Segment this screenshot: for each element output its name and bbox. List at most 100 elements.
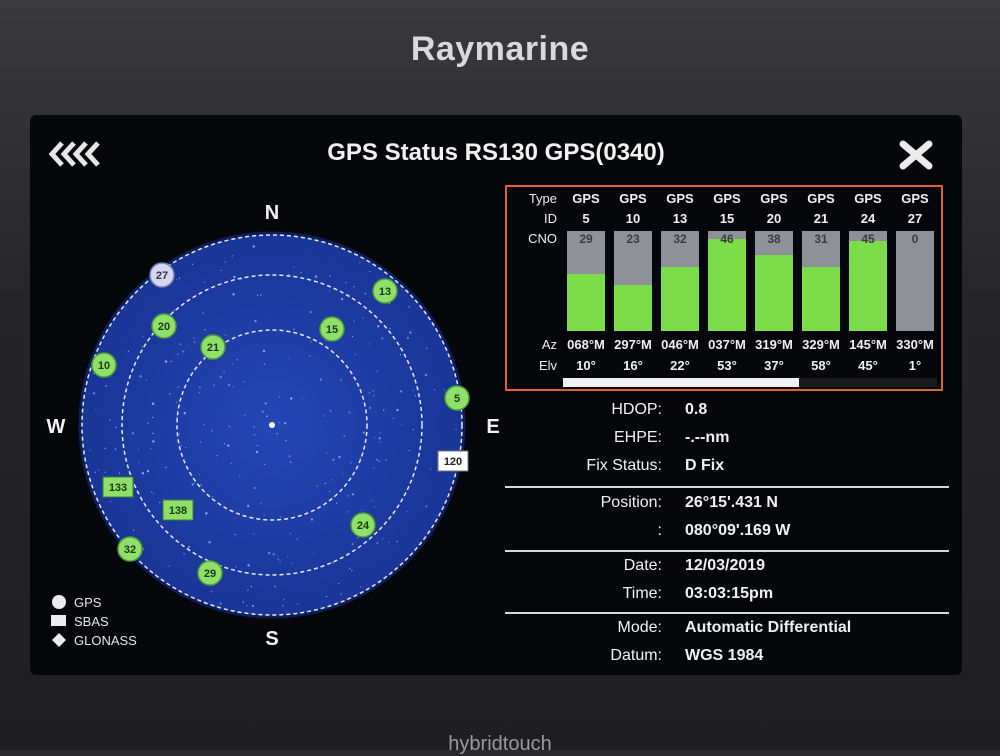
cno-bar-fill: [614, 285, 652, 331]
satellite-21[interactable]: 21: [200, 334, 226, 360]
star-dot: [175, 278, 178, 281]
star-dot: [263, 463, 266, 466]
divider: [505, 486, 949, 488]
star-dot: [378, 460, 380, 462]
star-dot: [399, 354, 402, 356]
close-button[interactable]: [898, 137, 934, 173]
star-dot: [338, 582, 340, 585]
star-dot: [213, 384, 215, 386]
star-dot: [253, 533, 255, 535]
star-dot: [187, 545, 191, 549]
satellite-32[interactable]: 32: [117, 536, 143, 562]
svg-text:24: 24: [357, 520, 370, 532]
time-label: Time:: [622, 585, 662, 602]
star-dot: [338, 455, 341, 459]
star-dot: [288, 273, 290, 276]
star-dot: [210, 590, 213, 593]
sat-type: GPS: [854, 191, 882, 206]
sat-column[interactable]: GPS 21 31 329°M 58°: [798, 187, 844, 393]
star-dot: [379, 441, 381, 443]
star-dot: [406, 511, 408, 513]
longitude-label: :: [657, 522, 662, 539]
star-dot: [141, 472, 145, 475]
svg-text:10: 10: [98, 360, 110, 372]
star-dot: [150, 491, 153, 493]
sat-azimuth: 046°M: [661, 337, 699, 352]
satellite-13[interactable]: 13: [372, 278, 398, 304]
sat-column[interactable]: GPS 10 23 297°M 16°: [610, 187, 656, 393]
cno-bar-fill: [802, 267, 840, 331]
star-dot: [152, 492, 155, 494]
gps-info-panel: HDOP: 0.8 EHPE: -.--nm Fix Status: D Fix…: [505, 395, 962, 675]
sat-azimuth: 145°M: [849, 337, 887, 352]
cno-value: 46: [720, 232, 734, 246]
star-dot: [232, 385, 234, 388]
star-dot: [357, 537, 359, 539]
model-logo: hybridtouch: [448, 733, 552, 755]
star-dot: [266, 415, 268, 417]
legend-gps: GPS: [52, 595, 102, 610]
star-dot: [151, 402, 155, 405]
star-dot: [170, 360, 172, 363]
satellite-20[interactable]: 20: [151, 313, 177, 339]
sat-column[interactable]: GPS 13 32 046°M 22°: [657, 187, 703, 393]
satellite-27[interactable]: 27: [149, 262, 175, 288]
star-dot: [279, 561, 281, 563]
sat-column[interactable]: GPS 15 46 037°M 53°: [704, 187, 750, 393]
star-dot: [328, 290, 331, 292]
star-dot: [293, 328, 295, 330]
satellite-24[interactable]: 24: [350, 512, 376, 538]
cno-value: 45: [861, 232, 875, 246]
satellite-29[interactable]: 29: [197, 560, 223, 586]
svg-text:27: 27: [156, 270, 168, 282]
star-dot: [425, 347, 428, 350]
star-dot: [330, 479, 333, 481]
sat-column[interactable]: GPS 27 0 330°M 1°: [892, 187, 938, 393]
star-dot: [278, 421, 281, 424]
date-label: Date:: [623, 557, 662, 574]
svg-text:29: 29: [204, 568, 216, 580]
star-dot: [220, 269, 223, 272]
sat-id: 24: [860, 211, 876, 226]
star-dot: [425, 505, 428, 508]
sbas-satellite-138[interactable]: 138: [162, 499, 194, 521]
star-dot: [193, 482, 196, 484]
table-scrollbar[interactable]: [563, 378, 937, 387]
star-dot: [204, 329, 206, 331]
star-dot: [255, 450, 259, 454]
sat-azimuth: 037°M: [708, 337, 746, 352]
satellite-5[interactable]: 5: [444, 385, 470, 411]
time-value: 03:03:15pm: [685, 585, 774, 602]
sat-column[interactable]: GPS 20 38 319°M 37°: [751, 187, 797, 393]
row-label-id: ID: [544, 211, 557, 226]
star-dot: [276, 433, 278, 435]
star-dot: [377, 325, 380, 328]
star-dot: [253, 426, 255, 428]
star-dot: [412, 389, 414, 392]
satellite-10[interactable]: 10: [91, 352, 117, 378]
star-dot: [250, 585, 252, 588]
star-dot: [147, 422, 149, 424]
sbas-satellite-133[interactable]: 133: [102, 476, 134, 498]
star-dot: [399, 390, 403, 393]
star-dot: [264, 402, 267, 405]
satellite-15[interactable]: 15: [319, 316, 345, 342]
table-scrollbar-thumb[interactable]: [563, 378, 799, 387]
sat-column[interactable]: GPS 24 45 145°M 45°: [845, 187, 891, 393]
sbas-satellite-120[interactable]: 120: [437, 450, 469, 472]
page-title: GPS Status RS130 GPS(0340): [327, 139, 665, 166]
star-dot: [378, 437, 381, 440]
star-dot: [371, 499, 373, 502]
star-dot: [296, 603, 299, 605]
star-dot: [137, 448, 139, 451]
star-dot: [372, 390, 374, 392]
date-value: 12/03/2019: [685, 557, 766, 574]
star-dot: [260, 502, 262, 504]
star-dot: [263, 514, 265, 516]
star-dot: [146, 470, 150, 473]
star-dot: [376, 542, 379, 544]
svg-text:GPS: GPS: [74, 595, 102, 610]
star-dot: [235, 566, 237, 568]
star-dot: [253, 434, 256, 436]
sat-column[interactable]: GPS 5 29 068°M 10°: [563, 187, 609, 393]
